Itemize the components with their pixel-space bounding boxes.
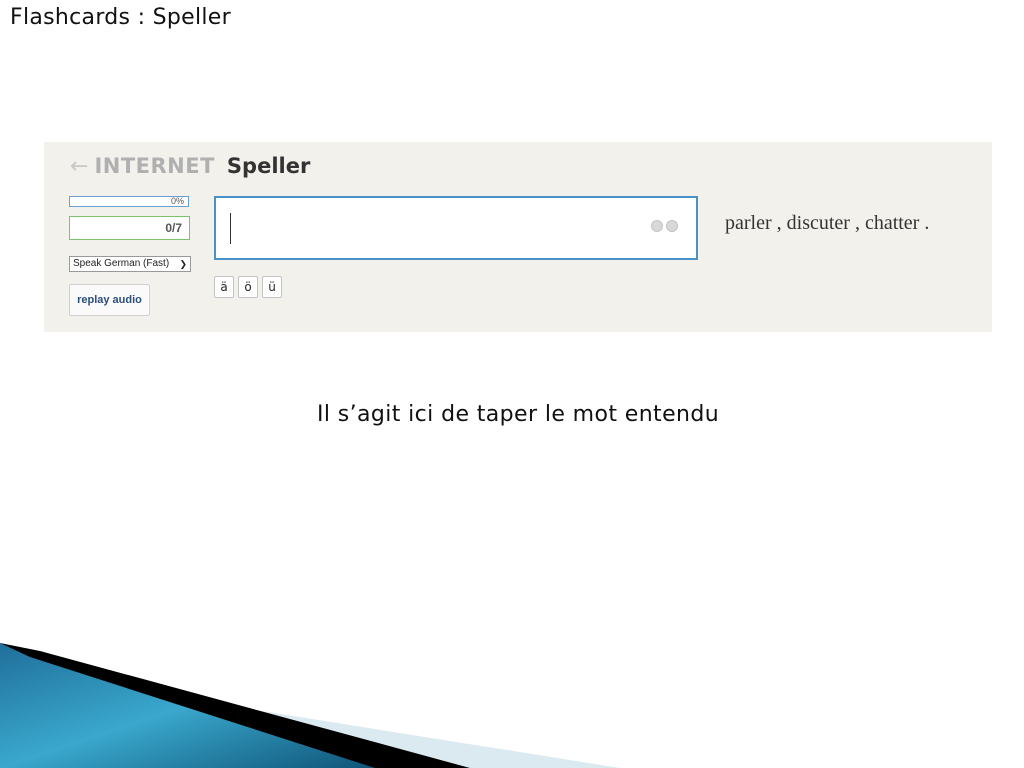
page-title: Speller [226, 154, 311, 178]
key-u-umlaut-button[interactable]: ü [262, 276, 282, 298]
text-cursor [230, 213, 231, 244]
progress-percent-label: 0% [170, 196, 184, 206]
slide-caption: Il s’agit ici de taper le mot entendu [316, 402, 720, 427]
breadcrumb: ← INTERNET Speller [70, 154, 310, 179]
special-characters: ä ö ü [214, 276, 282, 298]
chevron-down-icon: ❯ [179, 259, 187, 269]
status-dot-icon [651, 220, 663, 232]
decorative-swoosh [0, 643, 620, 768]
speller-panel: ← INTERNET Speller 0% 0/7 Speak German (… [44, 142, 992, 332]
voice-select-value: Speak German (Fast) [73, 258, 170, 269]
progress-bar: 0% [69, 196, 189, 207]
card-count: 0/7 [69, 216, 190, 240]
answer-input[interactable] [214, 196, 698, 260]
status-dots [651, 220, 678, 232]
key-a-umlaut-button[interactable]: ä [214, 276, 234, 298]
status-dot-icon [666, 220, 678, 232]
deck-link[interactable]: INTERNET [94, 154, 214, 178]
back-arrow-icon[interactable]: ← [70, 154, 88, 179]
definition-text: parler , discuter , chatter . [725, 212, 930, 234]
voice-select[interactable]: Speak German (Fast) ❯ [69, 256, 191, 272]
key-o-umlaut-button[interactable]: ö [238, 276, 258, 298]
slide-title: Flashcards : Speller [10, 5, 231, 30]
replay-audio-button[interactable]: replay audio [69, 284, 150, 316]
